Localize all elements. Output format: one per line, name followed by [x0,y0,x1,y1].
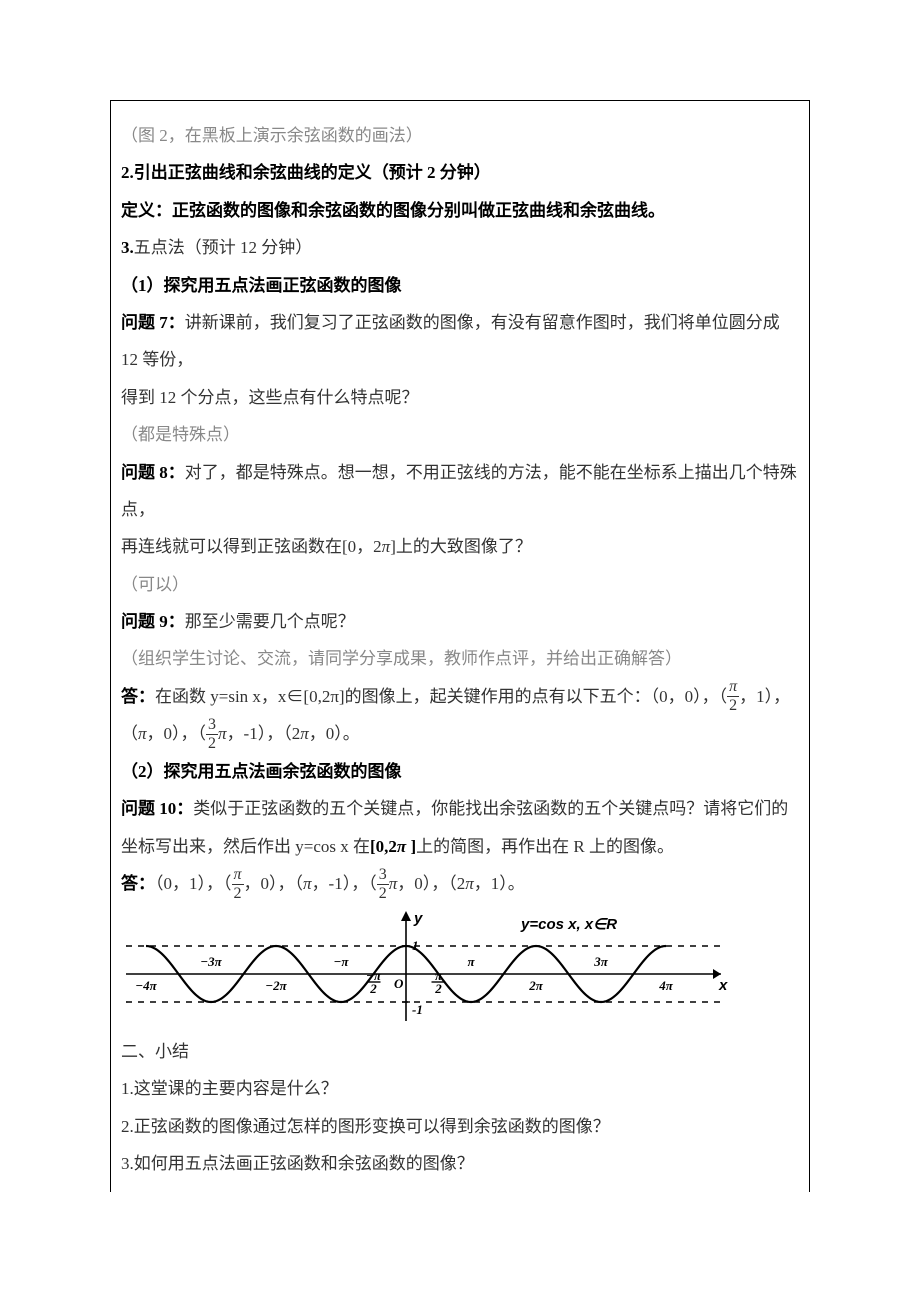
interval-text: ] [406,837,416,856]
cosine-graph: 1-1−4π−3π−2π−π−π2Oπ2π2π3π4πyxy=cos x, x∈… [121,909,731,1029]
pi-symbol: π [303,874,312,893]
svg-text:4π: 4π [658,978,674,993]
svg-text:−2π: −2π [265,978,287,993]
svg-text:1: 1 [412,938,419,953]
svg-text:−4π: −4π [135,978,157,993]
question-text: 对了，都是特殊点。想一想，不用正弦线的方法，能不能在坐标系上描出几个特殊点， [121,463,797,519]
question-label: 问题 9： [121,612,185,631]
svg-text:-1: -1 [412,1002,423,1017]
pi-symbol: π [218,724,227,743]
two-pi-symbol: 2π [373,537,390,556]
fraction-3-over-2: 32 [377,867,389,902]
question-10: 问题 10：类似于正弦函数的五个关键点，你能找出余弦函数的五个关键点吗？请将它们… [121,790,799,865]
answer-text: （0，1），（ [155,874,232,893]
figure-caption: （图 2，在黑板上演示余弦函数的画法） [121,117,799,154]
text-part: ，0）。 [309,724,360,743]
summary-heading: 二、小结 [121,1033,799,1070]
answer-note: （可以） [121,566,799,603]
process-note: （组织学生讨论、交流，请同学分享成果，教师作点评，并给出正确解答） [121,640,799,677]
fraction-3-over-2: 32 [206,717,218,752]
svg-text:y: y [413,910,423,927]
svg-text:O: O [394,976,404,991]
pi-symbol: π [389,874,398,893]
pi-symbol: π [397,837,406,856]
text-part: ，0），（ [244,874,304,893]
question-label: 问题 10： [121,799,193,818]
section-number: 3. [121,238,134,257]
fraction-pi-over-2: π2 [727,679,739,714]
text-part: ，-1），（ [227,724,292,743]
question-8: 问题 8：对了，都是特殊点。想一想，不用正弦线的方法，能不能在坐标系上描出几个特… [121,454,799,529]
svg-text:−3π: −3π [200,954,222,969]
svg-text:π: π [467,954,475,969]
svg-text:x: x [718,977,728,994]
answer-note: （都是特殊点） [121,416,799,453]
svg-text:y=cos x, x∈R: y=cos x, x∈R [520,916,617,933]
interval-text: [0,2 [370,837,397,856]
text-part: ]上的大致图像了？ [390,537,532,556]
answer-block-cont: （π，0），（32π，-1），（2π，0）。 [121,715,799,753]
svg-text:3π: 3π [593,954,609,969]
svg-text:2: 2 [369,981,377,996]
text-part: （ [121,724,138,743]
question-text: 上的简图，再作出在 R 上的图像。 [416,837,674,856]
two-pi-symbol: 2π [292,724,309,743]
text-part: ，0），（ [147,724,207,743]
text-part: ，1）。 [474,874,525,893]
section-title: 五点法（预计 12 分钟） [134,238,313,257]
question-7-cont: 得到 12 个分点，这些点有什么特点呢？ [121,379,799,416]
subsection-2: （2）探究用五点法画余弦函数的图像 [121,753,799,790]
text-part: 再连线就可以得到正弦函数在[0， [121,537,373,556]
question-9: 问题 9：那至少需要几个点呢？ [121,603,799,640]
svg-text:2π: 2π [528,978,544,993]
svg-text:2: 2 [434,981,442,996]
section-number: 2. [121,163,134,182]
text-part: ，0），（ [397,874,457,893]
answer-block-cosine: 答：（0，1），（π2，0），（π，-1），（32π，0），（2π，1）。 [121,865,799,903]
summary-item-3: 3.如何用五点法画正弦函数和余弦函数的图像？ [121,1145,799,1182]
pi-symbol: π [138,724,147,743]
answer-text: ，1）， [739,687,790,706]
heading-section-3: 3.五点法（预计 12 分钟） [121,229,799,266]
question-label: 问题 7： [121,313,185,332]
definition-text: 定义：正弦函数的图像和余弦函数的图像分别叫做正弦曲线和余弦曲线。 [121,192,799,229]
svg-text:−π: −π [334,954,350,969]
question-label: 问题 8： [121,463,185,482]
document-content: （图 2，在黑板上演示余弦函数的画法） 2.引出正弦曲线和余弦曲线的定义（预计 … [110,100,810,1192]
subsection-1: （1）探究用五点法画正弦函数的图像 [121,267,799,304]
heading-section-2: 2.引出正弦曲线和余弦曲线的定义（预计 2 分钟） [121,154,799,191]
answer-label: 答： [121,687,155,706]
text-part: ，-1），（ [312,874,377,893]
question-7: 问题 7：讲新课前，我们复习了正弦函数的图像，有没有留意作图时，我们将单位圆分成… [121,304,799,379]
section-title: 引出正弦曲线和余弦曲线的定义（预计 2 分钟） [134,163,491,182]
fraction-pi-over-2: π2 [232,867,244,902]
summary-item-1: 1.这堂课的主要内容是什么？ [121,1070,799,1107]
answer-label: 答： [121,874,155,893]
two-pi-symbol: 2π [457,874,474,893]
answer-block: 答：在函数 y=sin x，x∈[0,2π]的图像上，起关键作用的点有以下五个：… [121,678,799,716]
answer-text: 在函数 y=sin x，x∈[0,2π]的图像上，起关键作用的点有以下五个：（0… [155,687,727,706]
question-8-cont: 再连线就可以得到正弦函数在[0，2π]上的大致图像了？ [121,528,799,565]
question-text: 那至少需要几个点呢？ [185,612,355,631]
question-text: 讲新课前，我们复习了正弦函数的图像，有没有留意作图时，我们将单位圆分成 12 等… [121,313,780,369]
summary-item-2: 2.正弦函数的图像通过怎样的图形变换可以得到余弦函数的图像？ [121,1108,799,1145]
